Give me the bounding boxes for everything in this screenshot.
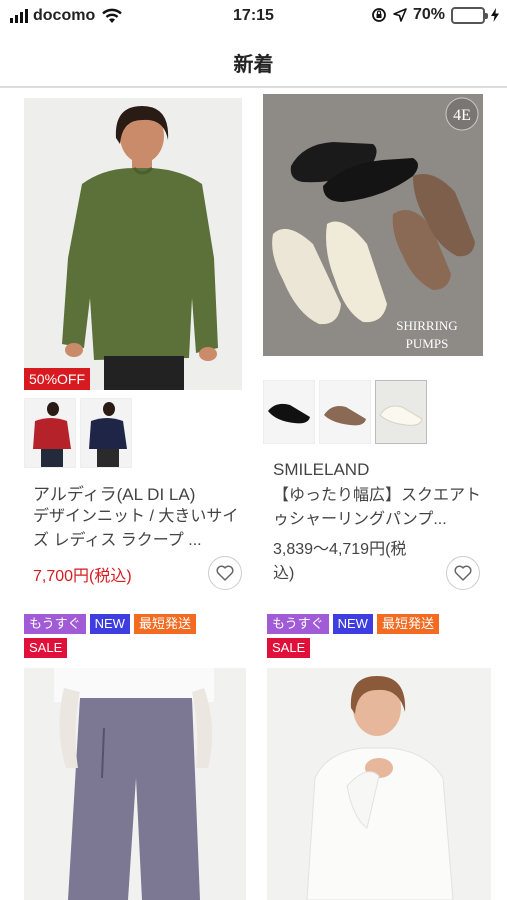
heart-icon [216,565,234,581]
tag-new: NEW [332,614,373,634]
page-title: 新着 [233,54,274,76]
photo-caption-2: PUMPS [406,336,449,351]
battery-icon [451,6,488,24]
product-name: 【ゆったり幅広】スクエアトゥシャーリングパンプ... [273,487,482,528]
product-image-4[interactable] [267,668,491,900]
tag-new: NEW [89,614,130,634]
product-price-line-1: 3,839〜4,719円(税 [273,541,407,558]
tag-sale: SALE [24,638,68,658]
product-image[interactable] [24,98,242,390]
color-thumb-red[interactable] [24,398,76,468]
color-thumb-white[interactable] [375,380,427,444]
rotation-lock-icon [372,8,386,22]
discount-badge: 50%OFF [24,368,91,390]
color-thumb-navy[interactable] [80,398,132,468]
product-tags-4: もうすぐ NEW 最短発送 SALE [267,614,477,658]
color-thumb-black[interactable] [263,380,315,444]
product-name: デザインニット / 大きいサイズ レディス ラクープ ... [33,508,239,549]
favorite-button[interactable] [446,556,480,590]
tag-coming-soon: もうすぐ [24,614,86,634]
status-right: 70% [371,6,499,24]
product-price: 7,700円(税込) [33,568,132,585]
product-image-3[interactable] [24,668,246,900]
tag-coming-soon: もうすぐ [267,614,329,634]
favorite-button[interactable] [208,556,242,590]
product-tags-3: もうすぐ NEW 最短発送 SALE [24,614,234,658]
product-price: 3,839〜4,719円(税 込) [273,538,406,586]
product-brand: SMILELAND [273,460,370,479]
product-brand: アルディラ(AL DI LA) [33,485,196,504]
charging-icon [491,8,499,22]
status-bar: docomo 17:15 70% [0,0,507,32]
color-thumb-brown[interactable] [319,380,371,444]
location-icon [393,8,407,22]
tag-fast-shipping: 最短発送 [133,614,196,634]
tag-sale: SALE [267,638,311,658]
battery-percent: 70% [412,6,445,23]
product-image[interactable]: 4E SHIRRING PUMPS [263,94,483,356]
width-badge: 4E [453,107,471,124]
product-price-line-2: 込) [273,565,295,582]
heart-icon [454,565,472,581]
tag-fast-shipping: 最短発送 [376,614,439,634]
photo-caption-1: SHIRRING [396,318,457,333]
page-header: 新着 [0,32,507,88]
